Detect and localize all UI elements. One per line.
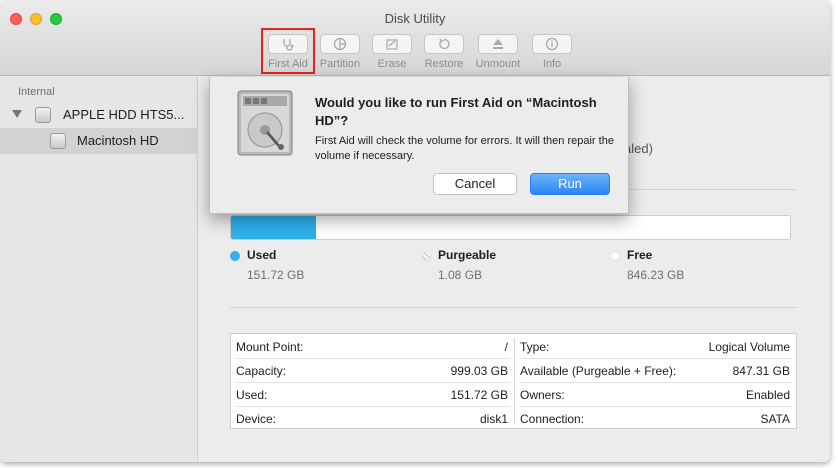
legend-used-value: 151.72 GB [247, 268, 305, 282]
window-title: Disk Utility [384, 11, 446, 26]
info-key: Mount Point: [236, 340, 304, 354]
volume-info-table: Mount Point: / Capacity: 999.03 GB Used:… [230, 333, 797, 429]
row-separator [519, 382, 792, 383]
info-key: Connection: [520, 412, 585, 426]
disclosure-triangle-icon[interactable] [12, 110, 22, 118]
hard-drive-icon [35, 107, 51, 123]
info-value: 847.31 GB [732, 364, 790, 378]
row-separator [235, 406, 510, 407]
hard-drive-icon [237, 90, 293, 156]
sidebar-section-header: Internal [18, 86, 55, 98]
sidebar-item-volume-label: Macintosh HD [77, 133, 159, 148]
info-row-used: Used: 151.72 GB [231, 382, 514, 406]
row-separator [235, 358, 510, 359]
sidebar-item-disk-label: APPLE HDD HTS5... [63, 107, 185, 122]
volume-icon [50, 133, 66, 149]
info-key: Owners: [520, 388, 565, 402]
restore-icon [424, 34, 464, 54]
info-row-type: Type: Logical Volume [515, 334, 796, 358]
titlebar: Disk Utility First Aid Partition Erase R… [0, 0, 830, 76]
legend-purgeable-value: 1.08 GB [438, 268, 483, 282]
used-dot-icon [230, 251, 240, 261]
partition-label: Partition [319, 58, 361, 70]
info-row-available: Available (Purgeable + Free): 847.31 GB [515, 358, 796, 382]
partition-icon [320, 34, 360, 54]
first-aid-dialog: Would you like to run First Aid on “Maci… [209, 77, 629, 214]
info-row-owners: Owners: Enabled [515, 382, 796, 406]
restore-button[interactable]: Restore [419, 34, 469, 74]
legend-used-label: Used [247, 248, 277, 262]
erase-icon [372, 34, 412, 54]
cancel-button[interactable]: Cancel [433, 173, 517, 195]
legend-purgeable-label: Purgeable [438, 248, 497, 262]
info-row-mount-point: Mount Point: / [231, 334, 514, 358]
row-separator [235, 382, 510, 383]
dialog-title: Would you like to run First Aid on “Maci… [315, 95, 597, 128]
info-value: Enabled [745, 388, 790, 402]
info-label: Info [542, 58, 562, 70]
info-icon [532, 34, 572, 54]
free-dot-icon [610, 251, 620, 261]
row-separator [519, 358, 792, 359]
sidebar: Internal APPLE HDD HTS5... Macintosh HD [0, 77, 198, 462]
info-value: Logical Volume [708, 340, 790, 354]
eject-icon [478, 34, 518, 54]
partition-button[interactable]: Partition [315, 34, 365, 74]
info-row-capacity: Capacity: 999.03 GB [231, 358, 514, 382]
unmount-button[interactable]: Unmount [473, 34, 523, 74]
first-aid-highlight-box [261, 28, 315, 74]
info-value: 151.72 GB [450, 388, 508, 402]
legend-free-value: 846.23 GB [627, 268, 685, 282]
disk-utility-window: Disk Utility First Aid Partition Erase R… [0, 0, 830, 462]
sidebar-item-volume[interactable]: Macintosh HD [0, 128, 198, 154]
run-button[interactable]: Run [530, 173, 610, 195]
erase-label: Erase [377, 58, 407, 70]
info-key: Type: [520, 340, 550, 354]
purgeable-dot-icon [421, 251, 431, 261]
info-value: / [504, 340, 508, 354]
info-row-connection: Connection: SATA [515, 406, 796, 430]
dialog-message: First Aid will check the volume for erro… [315, 135, 614, 162]
sidebar-item-disk[interactable]: APPLE HDD HTS5... [0, 103, 198, 127]
row-separator [519, 406, 792, 407]
unmount-label: Unmount [475, 58, 521, 70]
info-value: SATA [760, 412, 790, 426]
info-key: Available (Purgeable + Free): [520, 364, 677, 378]
info-key: Capacity: [236, 364, 287, 378]
usage-bar-used-fill [231, 216, 316, 239]
info-row-device: Device: disk1 [231, 406, 514, 430]
usage-bar [230, 215, 791, 240]
info-button[interactable]: Info [527, 34, 577, 74]
divider [230, 307, 797, 308]
erase-button[interactable]: Erase [367, 34, 417, 74]
info-key: Device: [236, 412, 277, 426]
info-value: 999.03 GB [450, 364, 508, 378]
restore-label: Restore [424, 58, 464, 70]
legend-free-label: Free [627, 248, 653, 262]
info-key: Used: [236, 388, 268, 402]
info-value: disk1 [479, 412, 508, 426]
